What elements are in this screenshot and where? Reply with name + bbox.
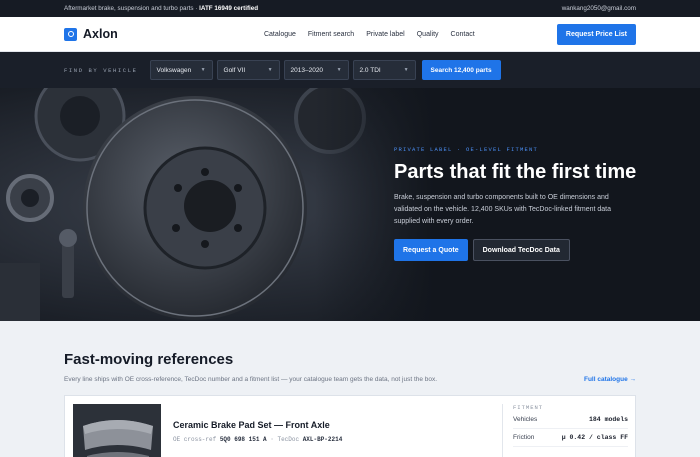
vehicle-finder: FIND BY VEHICLE Volkswagen ▼ Golf VII ▼ 20… — [0, 52, 700, 88]
chevron-down-icon: ▼ — [403, 67, 409, 73]
section-header: Fast-moving references Every line ships … — [64, 351, 636, 383]
topbar-tagline: Aftermarket brake, suspension and turbo … — [64, 5, 259, 12]
chevron-down-icon: ▼ — [336, 67, 342, 73]
request-price-list-button[interactable]: Request Price List — [556, 23, 636, 45]
oe-number: 5Q0 698 151 A — [219, 436, 267, 443]
site-header: Axlon Catalogue Fitment search Private l… — [0, 17, 700, 52]
finder-label: FIND BY VEHICLE — [64, 66, 138, 74]
hero-title: Parts that fit the first time — [394, 161, 637, 183]
brake-pad-image — [73, 404, 161, 457]
download-tecdoc-button[interactable]: Download TecDoc Data — [472, 239, 570, 261]
brand-logo[interactable]: Axlon — [64, 27, 118, 41]
hero-content: PRIVATE LABEL · OE-LEVEL FITMENT Parts t… — [394, 146, 644, 261]
make-select[interactable]: Volkswagen ▼ — [149, 60, 213, 80]
search-parts-button[interactable]: Search 12,400 parts — [421, 60, 501, 80]
section-title: Fast-moving references — [64, 351, 234, 368]
spec-row: Vehicles 184 models — [513, 411, 628, 429]
fast-moving-section: Fast-moving references Every line ships … — [0, 321, 700, 457]
hero-subtitle: Brake, suspension and turbo components b… — [394, 194, 611, 225]
chevron-down-icon: ▼ — [267, 67, 273, 73]
nav-catalogue[interactable]: Catalogue — [264, 31, 296, 38]
request-quote-button[interactable]: Request a Quote — [394, 239, 468, 261]
tecdoc-number: AXL-BP-2214 — [302, 436, 343, 443]
spec-row: Friction μ 0.42 / class FF — [513, 429, 628, 447]
product-references: OE cross-ref 5Q0 698 151 A · TecDoc AXL-… — [173, 436, 343, 443]
top-bar: Aftermarket brake, suspension and turbo … — [0, 0, 700, 17]
specs-heading: FITMENT — [513, 404, 544, 411]
nav-quality[interactable]: Quality — [417, 31, 439, 38]
section-subtitle: Every line ships with OE cross-reference… — [64, 376, 438, 383]
model-select[interactable]: Golf VII ▼ — [216, 60, 280, 80]
product-title: Ceramic Brake Pad Set — Front Axle — [173, 420, 330, 430]
hero: PRIVATE LABEL · OE-LEVEL FITMENT Parts t… — [0, 88, 700, 321]
nav-fitment-search[interactable]: Fitment search — [308, 31, 354, 38]
nav-contact[interactable]: Contact — [451, 31, 475, 38]
section-heading: Fast-moving references Every line ships … — [64, 351, 437, 383]
contact-email[interactable]: wankang2050@gmail.com — [562, 5, 636, 12]
brand-name: Axlon — [83, 27, 118, 41]
logo-icon — [64, 27, 77, 41]
full-catalogue-link[interactable]: Full catalogue → — [584, 376, 636, 383]
chevron-down-icon: ▼ — [200, 67, 206, 73]
hero-actions: Request a Quote Download TecDoc Data — [394, 239, 644, 261]
engine-select[interactable]: 2.0 TDI ▼ — [352, 60, 416, 80]
product-card[interactable]: Ceramic Brake Pad Set — Front Axle OE cr… — [64, 395, 636, 457]
hero-eyebrow: PRIVATE LABEL · OE-LEVEL FITMENT — [394, 146, 539, 153]
nav-private-label[interactable]: Private label — [366, 31, 405, 38]
year-select[interactable]: 2013–2020 ▼ — [283, 60, 349, 80]
fitment-specs: FITMENT Vehicles 184 models Friction μ 0.4… — [502, 404, 628, 457]
cert-badge: IATF 16949 certified — [199, 5, 259, 12]
main-nav: Catalogue Fitment search Private label Q… — [194, 31, 481, 38]
product-info: Ceramic Brake Pad Set — Front Axle OE cr… — [173, 396, 342, 457]
